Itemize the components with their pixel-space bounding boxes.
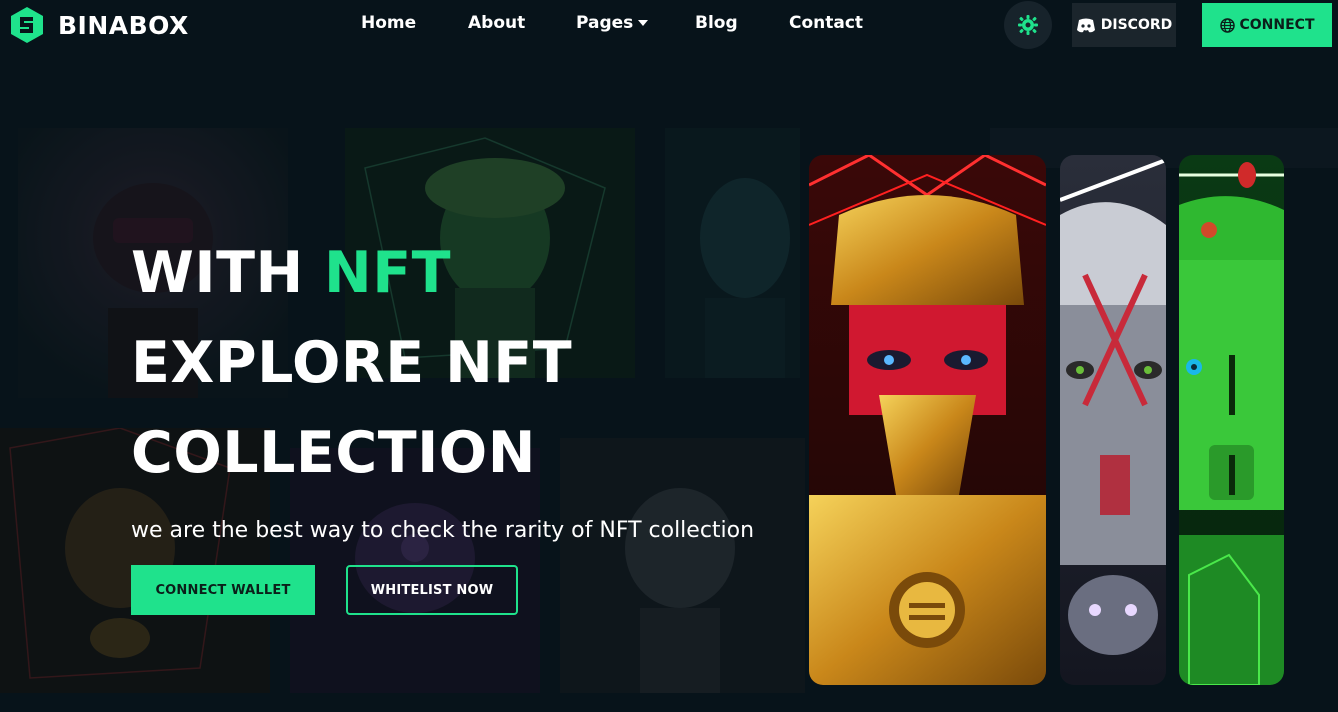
chevron-down-icon: [638, 20, 649, 26]
nft-card-green-robot[interactable]: [1179, 155, 1284, 685]
discord-button-label: DISCORD: [1100, 17, 1173, 33]
brand-logo-icon: [11, 7, 43, 43]
gear-icon: [1018, 15, 1038, 35]
nft-image-silver-face: [1060, 155, 1166, 685]
nav-link-about[interactable]: About: [468, 13, 525, 33]
hero-headline-line-3: COLLECTION: [131, 420, 536, 486]
nav-link-home[interactable]: Home: [361, 13, 416, 33]
top-navbar: BINABOX Home About Pages Blog Contact DI…: [0, 0, 1338, 50]
connect-button-label: CONNECT: [1239, 17, 1315, 33]
theme-toggle-button[interactable]: [1004, 1, 1052, 49]
hero-headline-line-2: EXPLORE NFT: [131, 330, 573, 396]
background-nft-tile: [665, 128, 800, 378]
discord-icon: [1076, 18, 1095, 32]
brand-name: BINABOX: [58, 10, 189, 40]
hero-headline-prefix: WITH: [131, 240, 325, 306]
globe-icon: [1219, 17, 1235, 33]
hero-headline-accent: NFT: [324, 240, 452, 306]
background-nft-tile: [560, 438, 805, 693]
discord-button[interactable]: DISCORD: [1072, 3, 1176, 47]
page: BINABOX Home About Pages Blog Contact DI…: [0, 0, 1338, 712]
nft-image-golden-mask: [809, 155, 1046, 685]
nft-card-golden-mask[interactable]: [809, 155, 1046, 685]
nav-link-contact[interactable]: Contact: [789, 13, 863, 33]
connect-button[interactable]: CONNECT: [1202, 3, 1332, 47]
nav-link-blog[interactable]: Blog: [695, 13, 738, 33]
nft-image-green-robot: [1179, 155, 1284, 685]
hero-headline-line-1: WITH NFT: [131, 245, 451, 302]
connect-wallet-button[interactable]: CONNECT WALLET: [131, 565, 315, 615]
brand-logo[interactable]: BINABOX: [8, 6, 189, 44]
nav-link-pages[interactable]: Pages: [576, 13, 649, 33]
nft-card-silver-face[interactable]: [1060, 155, 1166, 685]
nav-link-pages-label: Pages: [576, 13, 634, 33]
whitelist-now-button[interactable]: WHITELIST NOW: [346, 565, 518, 615]
hero-subtitle: we are the best way to check the rarity …: [131, 518, 755, 543]
